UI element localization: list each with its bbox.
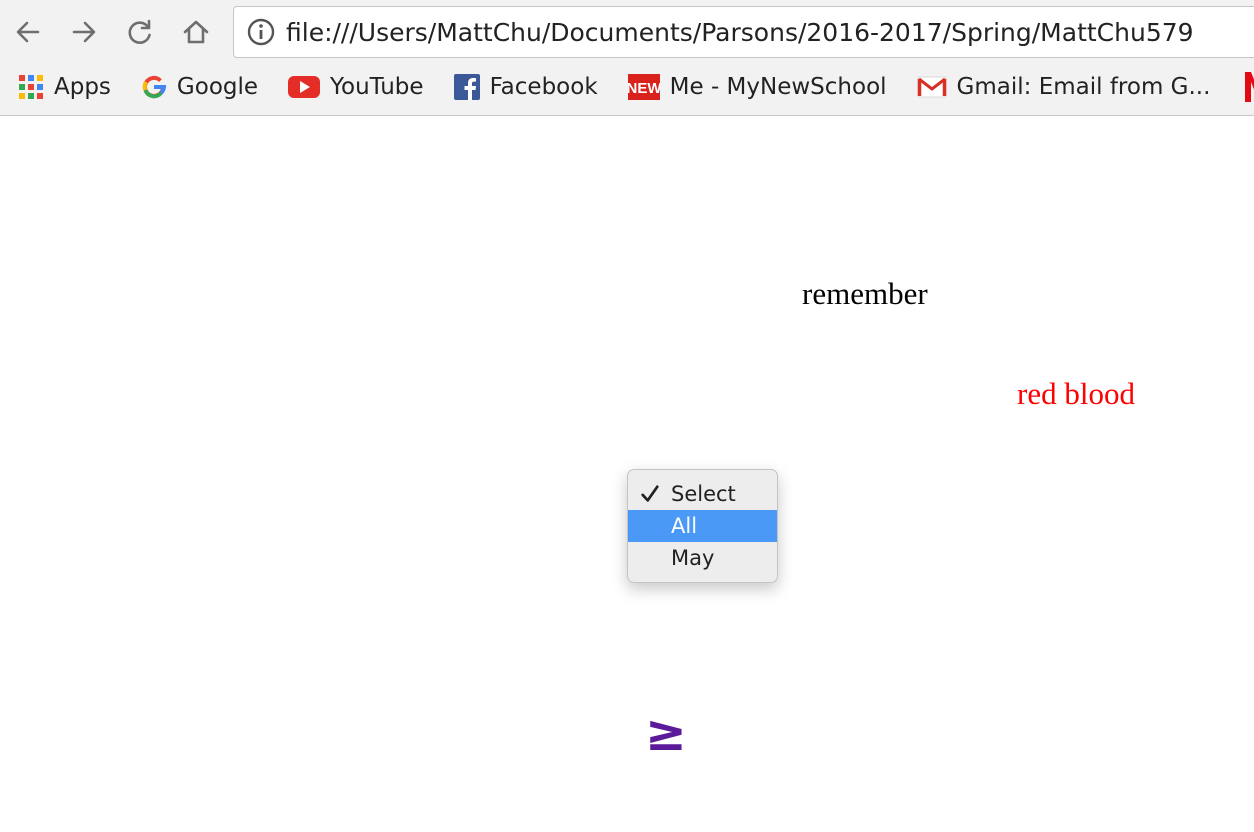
greater-equal-link[interactable]: ≥ (645, 704, 687, 762)
checkmark-icon (639, 478, 661, 510)
bookmark-youtube[interactable]: YouTube (270, 67, 436, 107)
forward-button[interactable] (66, 14, 102, 50)
reload-icon (128, 19, 151, 44)
bookmark-label: YouTube (330, 74, 424, 100)
home-icon (183, 20, 209, 44)
dropdown-option-may[interactable]: May (628, 542, 777, 574)
reload-button[interactable] (122, 14, 158, 50)
home-button[interactable] (178, 14, 214, 50)
facebook-icon (453, 74, 480, 100)
bookmark-overflow[interactable] (1222, 67, 1254, 107)
url-text[interactable]: file:///Users/MattChu/Documents/Parsons/… (286, 18, 1194, 47)
info-icon[interactable] (246, 17, 276, 47)
google-icon (141, 74, 167, 100)
option-label: May (671, 546, 715, 570)
dropdown-option-select[interactable]: Select (628, 478, 777, 510)
select-dropdown-menu[interactable]: Select All May (627, 469, 778, 583)
youtube-icon (288, 74, 321, 100)
bookmark-apps[interactable]: Apps (0, 67, 123, 107)
browser-chrome: file:///Users/MattChu/Documents/Parsons/… (0, 0, 1254, 116)
bookmark-facebook[interactable]: Facebook (436, 67, 610, 107)
netflix-icon (1242, 72, 1254, 102)
bookmark-label: Gmail: Email from G... (956, 74, 1211, 100)
new-school-icon: NEW (627, 74, 660, 100)
floating-word-remember: remember (802, 276, 928, 311)
bookmark-label: Me - MyNewSchool (669, 74, 887, 100)
back-button[interactable] (10, 14, 46, 50)
bookmarks-bar: Apps Google YouTube Facebook NEW Me - My… (0, 64, 1254, 110)
bookmark-label: Google (176, 74, 259, 100)
floating-word-red-blood: red blood (1017, 376, 1135, 411)
arrow-left-icon (16, 21, 40, 43)
bookmark-google[interactable]: Google (123, 67, 270, 107)
gmail-icon (917, 74, 947, 100)
option-label: All (671, 514, 698, 538)
bookmark-gmail[interactable]: Gmail: Email from G... (899, 67, 1223, 107)
svg-text:NEW: NEW (628, 80, 660, 97)
option-label: Select (671, 482, 736, 506)
address-bar[interactable]: file:///Users/MattChu/Documents/Parsons/… (233, 6, 1254, 58)
bookmark-label: Apps (54, 74, 111, 100)
arrow-right-icon (72, 21, 96, 43)
bookmark-label: Facebook (489, 74, 598, 100)
page-content: remember red blood Select All May ≥ (0, 116, 1254, 832)
bookmark-mynewschool[interactable]: NEW Me - MyNewSchool (610, 67, 899, 107)
dropdown-option-all[interactable]: All (628, 510, 777, 542)
apps-grid-icon (18, 74, 44, 100)
